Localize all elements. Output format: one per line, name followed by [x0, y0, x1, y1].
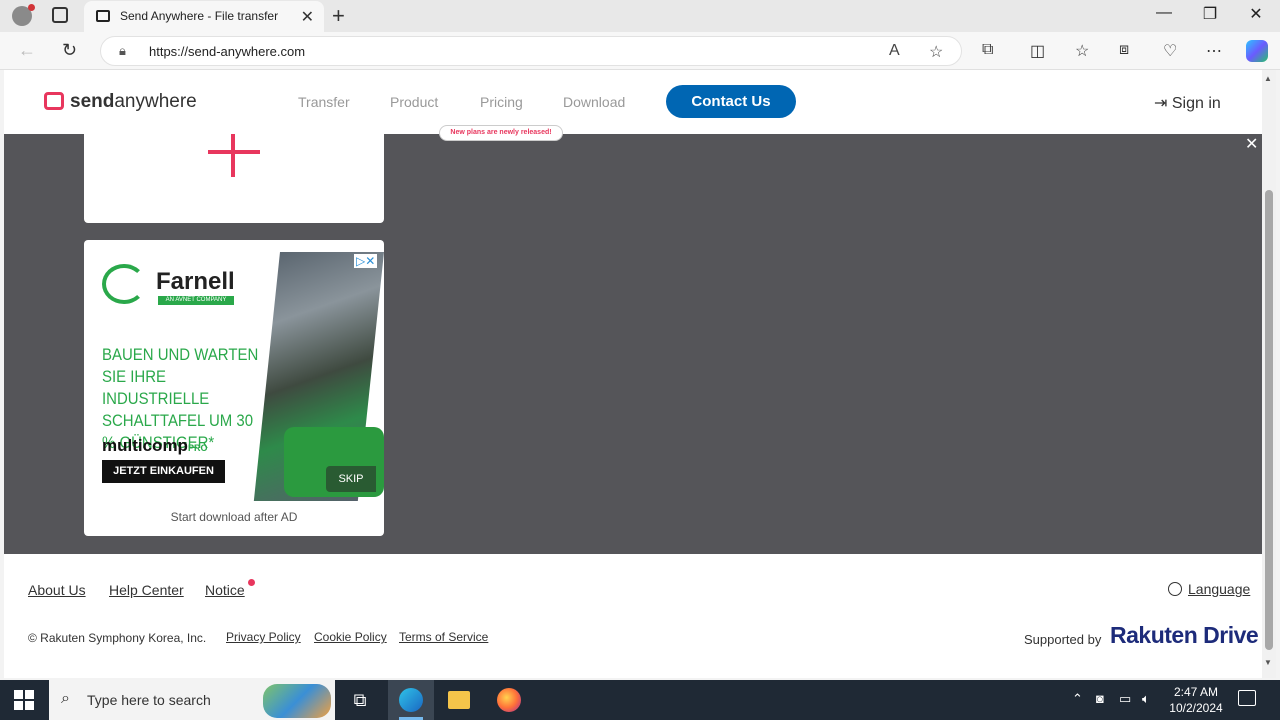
volume-icon[interactable]: 🔈︎ — [1142, 691, 1150, 707]
split-screen-icon[interactable]: ◫ — [1030, 41, 1045, 61]
upload-card[interactable] — [84, 134, 384, 223]
collections-icon[interactable]: ⧈ — [1119, 41, 1129, 59]
ad-product-brand: multicompPRO — [102, 436, 207, 456]
rakuten-word: Rakuten — [1110, 622, 1198, 648]
pricing-new-badge: New plans are newly released! — [439, 125, 563, 141]
minimize-icon[interactable]: — — [1141, 4, 1187, 22]
more-menu-icon[interactable]: ⋯ — [1206, 41, 1222, 61]
language-selector[interactable]: Language — [1168, 581, 1250, 597]
adchoices-icon[interactable]: ▷✕ — [354, 254, 378, 268]
ad-product-suffix: PRO — [187, 443, 208, 453]
back-icon[interactable]: ← — [18, 40, 36, 61]
nav-product[interactable]: Product — [390, 94, 438, 110]
farnell-logo-icon — [102, 264, 146, 304]
scroll-up-arrow-icon[interactable]: ▲ — [1264, 74, 1272, 83]
taskbar-search-box[interactable]: ⌕ Type here to search — [49, 680, 335, 720]
task-view-icon[interactable]: ⧉ — [348, 688, 372, 712]
ad-brand-sub: AN AVNET COMPANY — [158, 296, 234, 305]
sign-in-icon: ⇥ — [1154, 95, 1172, 112]
browser-toolbar: ← ↻ 🔒︎ https://send-anywhere.com A ☆ ⧉ ◫… — [0, 32, 1280, 70]
overlay-close-icon[interactable]: ✕ — [1245, 134, 1258, 154]
copilot-icon[interactable] — [1246, 40, 1268, 62]
firefox-icon[interactable] — [497, 688, 521, 712]
extensions-icon[interactable]: ⧉ — [982, 41, 993, 59]
add-file-icon[interactable] — [231, 134, 235, 177]
ad-footer-text: Start download after AD — [170, 510, 298, 524]
site-header: sendanywhere Transfer Product Pricing Do… — [4, 70, 1262, 141]
tab-title: Send Anywhere - File transfer — [120, 9, 279, 23]
sign-in-label: Sign in — [1171, 95, 1221, 112]
tab-close-icon[interactable]: ✕ — [301, 7, 314, 27]
clock-time: 2:47 AM — [1173, 685, 1219, 699]
nav-pricing[interactable]: Pricing — [480, 94, 523, 110]
ad-product-name: multicomp — [102, 436, 188, 455]
page-viewport: sendanywhere Transfer Product Pricing Do… — [4, 70, 1262, 678]
send-anywhere-logo-icon[interactable] — [44, 92, 64, 110]
ad-skip-button[interactable]: SKIP — [326, 466, 376, 492]
sign-in-link[interactable]: ⇥ Sign in — [1154, 93, 1221, 113]
drive-word: Drive — [1203, 622, 1259, 648]
meet-now-icon[interactable]: ◙ — [1096, 691, 1104, 706]
site-logo[interactable]: sendanywhere — [70, 91, 197, 113]
search-icon: ⌕ — [61, 690, 70, 707]
logo-suffix: anywhere — [114, 91, 197, 112]
supported-by-text: Supported by — [1024, 632, 1102, 647]
globe-icon — [1168, 582, 1182, 596]
windows-taskbar: ⌕ Type here to search ⧉ ⌃ ◙ ▭ 🔈︎ 2:47 AM… — [0, 680, 1280, 720]
ad-cta-button[interactable]: JETZT EINKAUFEN — [102, 460, 225, 483]
ad-brand-name: Farnell — [156, 268, 235, 295]
terms-of-service-link[interactable]: Terms of Service — [399, 630, 488, 644]
address-bar[interactable]: 🔒︎ https://send-anywhere.com A ☆ — [100, 36, 962, 66]
browser-essentials-icon[interactable]: ♡ — [1163, 41, 1177, 61]
clock-date: 10/2/2024 — [1169, 701, 1223, 715]
modal-overlay: ✕ ▷✕ Farnell AN AVNET COMPANY BAUEN UND … — [4, 134, 1262, 554]
new-tab-button[interactable]: + — [332, 3, 345, 29]
browser-tab-strip: Send Anywhere - File transfer ✕ + — ❐ ✕ — [0, 0, 1280, 32]
logo-prefix: send — [70, 91, 115, 112]
scroll-down-arrow-icon[interactable]: ▼ — [1264, 658, 1272, 667]
footer-about-us[interactable]: About Us — [28, 582, 86, 598]
profile-notification-dot — [28, 4, 35, 11]
footer-help-center[interactable]: Help Center — [109, 582, 184, 598]
taskbar-search-placeholder: Type here to search — [87, 692, 211, 708]
tab-actions-icon[interactable] — [52, 7, 68, 23]
network-icon[interactable]: ▭ — [1119, 691, 1131, 707]
favorite-star-icon[interactable]: ☆ — [929, 42, 943, 62]
url-text[interactable]: https://send-anywhere.com — [149, 44, 305, 59]
browser-tab-active[interactable]: Send Anywhere - File transfer ✕ — [84, 1, 324, 32]
lock-icon[interactable]: 🔒︎ — [119, 43, 126, 59]
language-label: Language — [1188, 581, 1251, 597]
windows-start-icon[interactable] — [14, 690, 34, 710]
cookie-policy-link[interactable]: Cookie Policy — [314, 630, 387, 644]
privacy-policy-link[interactable]: Privacy Policy — [226, 630, 301, 644]
scroll-thumb[interactable] — [1265, 190, 1273, 650]
contact-us-button[interactable]: Contact Us — [666, 85, 796, 118]
send-anywhere-favicon-icon — [96, 10, 110, 22]
read-aloud-icon[interactable]: A — [889, 42, 900, 60]
restore-icon[interactable]: ❐ — [1187, 4, 1233, 24]
nav-transfer[interactable]: Transfer — [298, 94, 350, 110]
add-file-icon-bar — [208, 150, 260, 154]
rakuten-drive-logo[interactable]: Rakuten Drive — [1110, 622, 1259, 649]
ad-card: ▷✕ Farnell AN AVNET COMPANY BAUEN UND WA… — [84, 240, 384, 536]
file-explorer-icon[interactable] — [448, 691, 470, 709]
notice-badge-dot — [248, 579, 255, 586]
tray-chevron-icon[interactable]: ⌃ — [1072, 691, 1083, 707]
search-highlight-image — [263, 684, 331, 718]
copyright-text: © Rakuten Symphony Korea, Inc. — [28, 631, 207, 645]
refresh-icon[interactable]: ↻ — [62, 40, 77, 61]
page-scrollbar[interactable]: ▲ ▼ — [1262, 70, 1276, 678]
favorites-icon[interactable]: ☆ — [1075, 41, 1089, 61]
nav-download[interactable]: Download — [563, 94, 625, 110]
window-close-icon[interactable]: ✕ — [1233, 4, 1279, 24]
edge-icon — [399, 688, 423, 712]
ad-banner[interactable]: ▷✕ Farnell AN AVNET COMPANY BAUEN UND WA… — [84, 252, 384, 501]
footer-notice[interactable]: Notice — [205, 582, 245, 598]
notification-center-icon[interactable] — [1238, 690, 1256, 706]
taskbar-clock[interactable]: 2:47 AM 10/2/2024 — [1164, 684, 1228, 716]
